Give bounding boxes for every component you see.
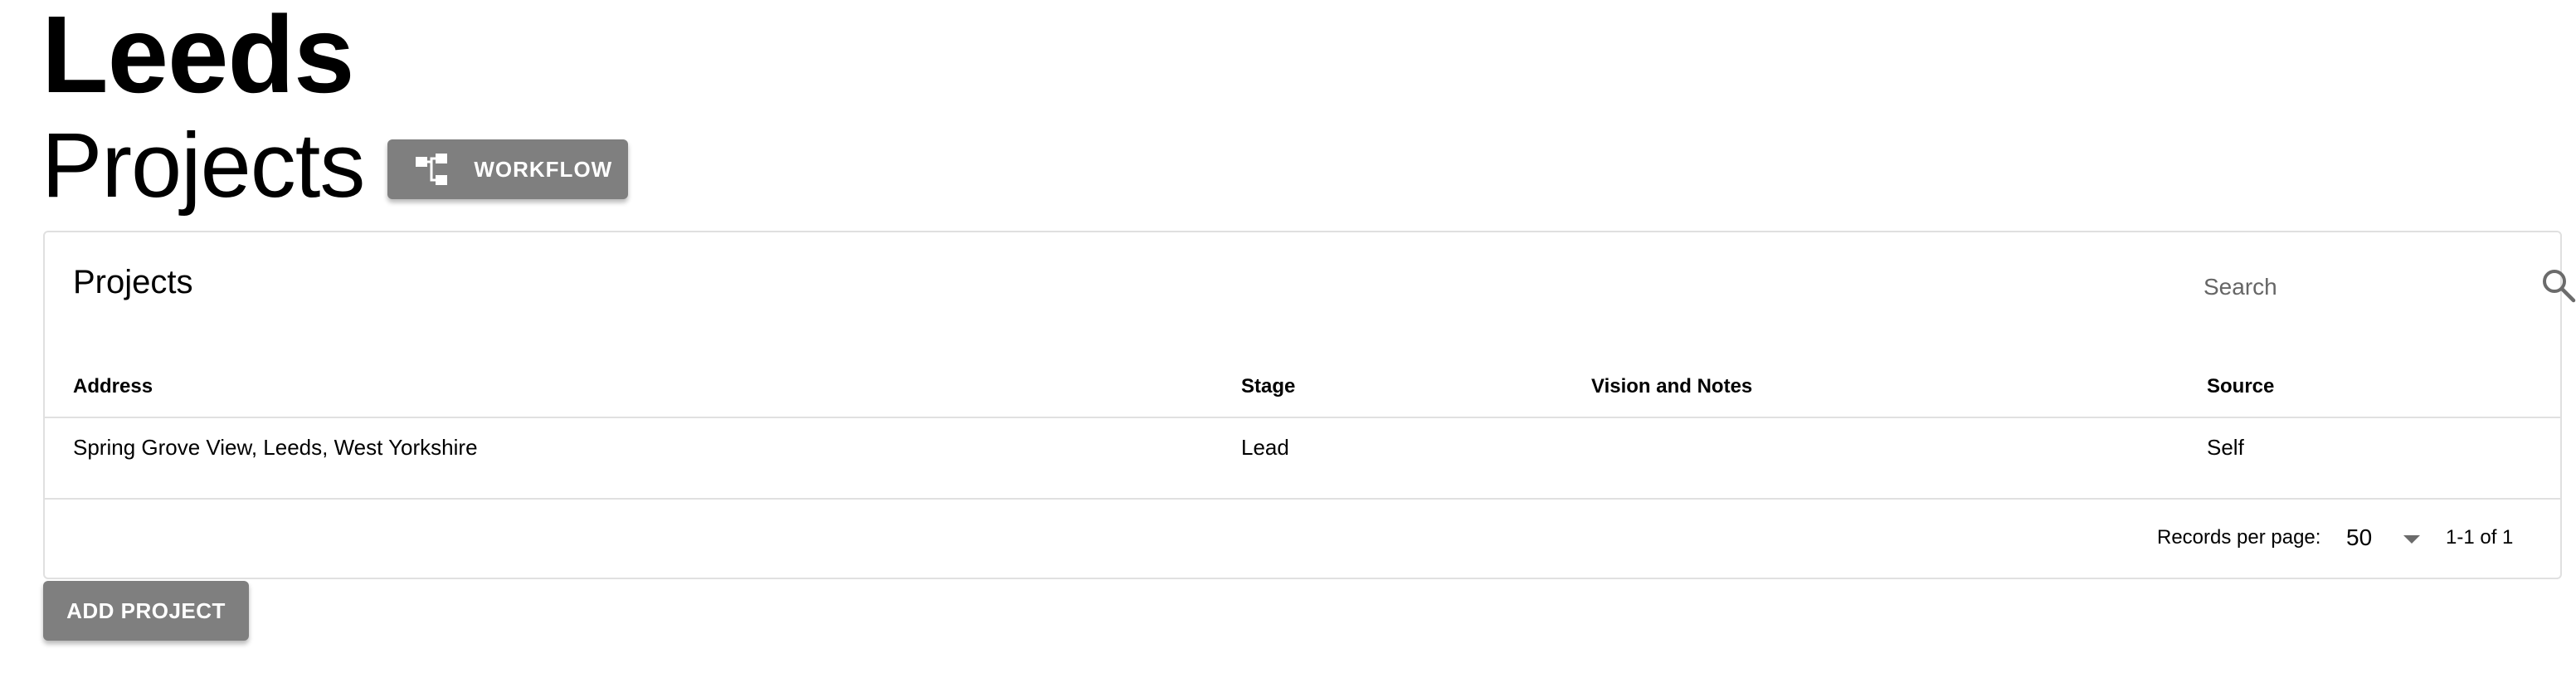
add-project-button[interactable]: ADD PROJECT	[43, 581, 249, 641]
records-per-page-value: 50	[2346, 524, 2373, 550]
search-icon[interactable]	[2540, 267, 2576, 304]
projects-card: Projects Address Stage Vision and Notes …	[43, 231, 2576, 579]
table-row[interactable]: Spring Grove View, Leeds, West Yorkshire…	[45, 418, 2560, 500]
projects-table: Address Stage Vision and Notes Source Sp…	[45, 357, 2560, 500]
search-input[interactable]	[2202, 267, 2504, 307]
column-header-vision-notes[interactable]: Vision and Notes	[1591, 375, 1752, 398]
workflow-button-label: WORKFLOW	[474, 156, 613, 182]
workflow-button[interactable]: WORKFLOW	[387, 139, 629, 199]
table-header-row: Address Stage Vision and Notes Source	[45, 357, 2560, 418]
column-header-source[interactable]: Source	[2207, 375, 2274, 398]
workflow-tree-icon	[414, 152, 449, 187]
cell-source: Self	[2207, 435, 2244, 460]
cell-address: Spring Grove View, Leeds, West Yorkshire	[73, 435, 478, 460]
page: Leeds Projects WORKFLOW Projects Search …	[0, 0, 2576, 678]
card-title: Projects	[73, 264, 193, 300]
records-per-page-select[interactable]: 50	[2346, 519, 2429, 556]
page-title: Projects	[41, 115, 365, 217]
city-title: Leeds	[41, 0, 354, 115]
dropdown-arrow-icon	[2403, 535, 2421, 544]
projects-heading-row: Projects WORKFLOW	[41, 115, 629, 217]
column-header-address[interactable]: Address	[73, 375, 153, 398]
column-header-stage[interactable]: Stage	[1241, 375, 1295, 398]
records-per-page-label: Records per page:	[2157, 526, 2321, 549]
pagination: Records per page: 50 1-1 of 1	[45, 498, 2560, 578]
pagination-range: 1-1 of 1	[2446, 526, 2514, 549]
cell-stage: Lead	[1241, 435, 1289, 460]
